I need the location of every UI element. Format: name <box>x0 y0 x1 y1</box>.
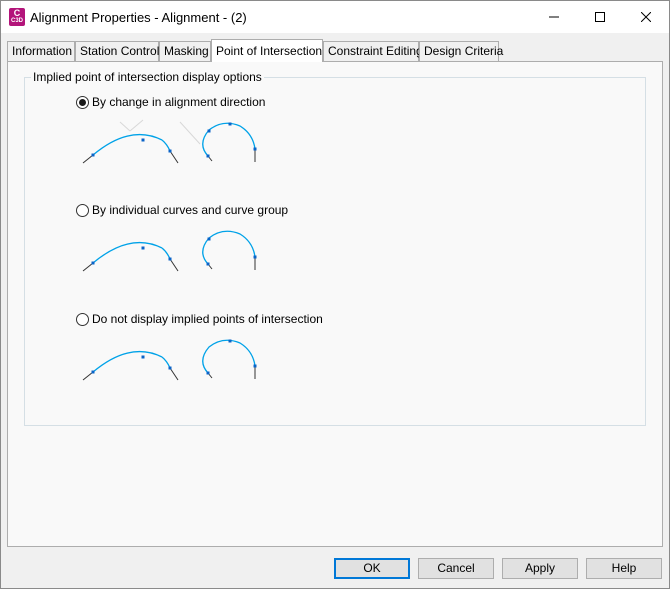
option-label: By individual curves and curve group <box>92 203 289 217</box>
tab-information[interactable]: Information <box>7 41 75 61</box>
radio-individual-curves[interactable] <box>76 203 89 217</box>
option-individual-curves[interactable]: By individual curves and curve group <box>76 203 288 217</box>
individual-curves-diagram <box>82 230 257 272</box>
radio-do-not-display[interactable] <box>76 312 89 326</box>
radio-selected-dot <box>79 98 86 106</box>
help-button[interactable]: Help <box>586 558 662 579</box>
tab-constraint-editing[interactable]: Constraint Editing <box>323 41 423 61</box>
group-legend: Implied point of intersection display op… <box>31 70 264 84</box>
change-in-direction-diagram <box>82 119 257 164</box>
civil3d-app-icon: C C3D <box>9 8 25 26</box>
minimize-icon <box>549 16 559 18</box>
option-change-in-direction[interactable]: By change in alignment direction <box>76 95 265 109</box>
tab-design-criteria[interactable]: Design Criteria <box>419 41 503 61</box>
close-button[interactable] <box>623 1 669 33</box>
tab-point-of-intersection[interactable]: Point of Intersection <box>211 39 323 62</box>
option-do-not-display[interactable]: Do not display implied points of interse… <box>76 312 323 326</box>
tab-masking[interactable]: Masking <box>159 41 211 61</box>
window-title: Alignment Properties - Alignment - (2) <box>30 10 247 25</box>
option-label: By change in alignment direction <box>92 95 266 109</box>
dialog-window: C C3D Alignment Properties - Alignment -… <box>0 0 670 589</box>
ipi-display-options-group: Implied point of intersection display op… <box>24 70 646 426</box>
cancel-button[interactable]: Cancel <box>418 558 494 579</box>
option-label: Do not display implied points of interse… <box>92 312 323 326</box>
maximize-icon <box>595 12 605 22</box>
title-bar[interactable]: C C3D Alignment Properties - Alignment -… <box>1 1 669 33</box>
ok-button[interactable]: OK <box>334 558 410 579</box>
apply-button[interactable]: Apply <box>502 558 578 579</box>
close-icon <box>641 12 651 22</box>
do-not-display-diagram <box>82 339 257 381</box>
tab-content-panel: Implied point of intersection display op… <box>7 61 663 547</box>
tab-station-control[interactable]: Station Control <box>75 41 159 61</box>
maximize-button[interactable] <box>577 1 623 33</box>
minimize-button[interactable] <box>531 1 577 33</box>
radio-change-in-direction[interactable] <box>76 95 89 109</box>
